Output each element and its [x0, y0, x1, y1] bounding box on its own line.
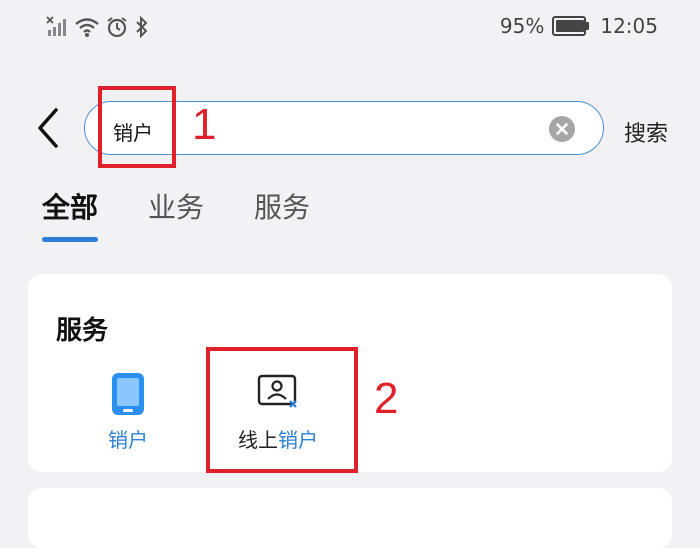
status-right: 95% 12:05: [500, 14, 658, 38]
status-bar: 95% 12:05: [0, 0, 700, 58]
results-card-2: [28, 488, 672, 548]
back-button[interactable]: [30, 106, 70, 150]
section-title: 服务: [56, 316, 109, 346]
active-tab-indicator: [42, 237, 98, 242]
clock: 12:05: [600, 14, 658, 38]
wifi-icon: [75, 18, 99, 37]
search-button[interactable]: 搜索: [624, 116, 668, 148]
tab-services[interactable]: 服务: [254, 186, 310, 226]
signal-off-icon: [46, 16, 66, 36]
clear-search-button[interactable]: [549, 116, 575, 142]
bluetooth-icon: [136, 16, 148, 38]
annotation-box-1: [98, 86, 176, 168]
phone-icon: [112, 373, 144, 415]
battery-percent: 95%: [499, 14, 545, 38]
annotation-number-1: 1: [192, 100, 217, 149]
annotation-box-2: [206, 347, 358, 473]
annotation-number-2: 2: [374, 374, 399, 423]
service-item-close-account[interactable]: 销户: [68, 370, 188, 454]
chevron-left-icon: [38, 108, 58, 148]
close-icon: [556, 123, 568, 135]
battery-icon: [552, 16, 590, 36]
status-icons-left: [46, 16, 150, 38]
tab-all[interactable]: 全部: [42, 186, 98, 226]
service-label: 销户: [108, 428, 148, 452]
tab-business[interactable]: 业务: [148, 186, 204, 226]
alarm-icon: [107, 17, 127, 38]
